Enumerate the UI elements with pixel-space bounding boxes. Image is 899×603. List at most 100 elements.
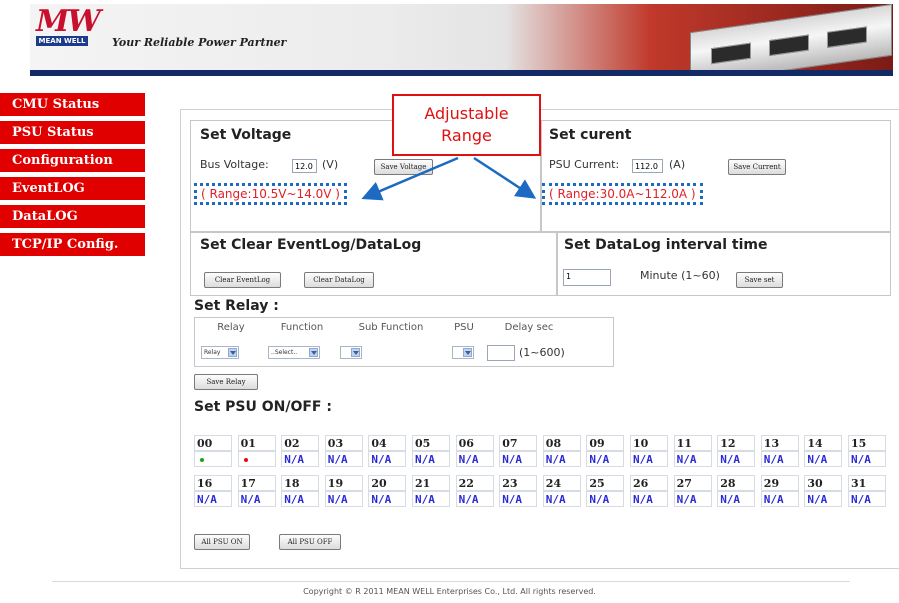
- psu-toggle-22[interactable]: N/A: [455, 491, 494, 507]
- interval-range-label: Minute (1~60): [640, 269, 720, 282]
- set-current-title: Set curent: [549, 127, 632, 143]
- current-unit: (A): [669, 158, 686, 171]
- psu-toggle-12[interactable]: N/A: [717, 451, 756, 467]
- delay-input[interactable]: [487, 345, 515, 361]
- psu-toggle-06[interactable]: N/A: [455, 451, 494, 467]
- relay-select-value: Relay: [204, 349, 221, 356]
- psu-toggle-27[interactable]: N/A: [673, 491, 712, 507]
- sidebar-item-eventlog[interactable]: EventLOG: [0, 177, 145, 200]
- psu-id-12: 12: [717, 435, 756, 451]
- set-clear-panel: Set Clear EventLog/DataLog Clear EventLo…: [190, 232, 557, 296]
- clear-datalog-button[interactable]: Clear DataLog: [304, 272, 374, 288]
- relay-header: Relay: [217, 322, 245, 333]
- psu-toggle-14[interactable]: N/A: [804, 451, 843, 467]
- psu-toggle-03[interactable]: N/A: [324, 451, 363, 467]
- psu-toggle-19[interactable]: N/A: [324, 491, 363, 507]
- psu-toggle-26[interactable]: N/A: [630, 491, 668, 507]
- psu-toggle-08[interactable]: N/A: [542, 451, 581, 467]
- clear-eventlog-button[interactable]: Clear EventLog: [204, 272, 281, 288]
- function-select[interactable]: ..Select..: [268, 346, 320, 359]
- psu-toggle-02[interactable]: N/A: [281, 451, 320, 467]
- save-relay-button[interactable]: Save Relay: [194, 374, 258, 390]
- delay-header: Delay sec: [504, 322, 554, 333]
- psu-id-14: 14: [804, 435, 843, 451]
- psu-toggle-20[interactable]: N/A: [368, 491, 407, 507]
- psu-toggle-13[interactable]: N/A: [760, 451, 799, 467]
- all-psu-on-button[interactable]: All PSU ON: [194, 534, 250, 550]
- psu-current-input[interactable]: 112.0: [632, 159, 663, 173]
- psu-id-11: 11: [673, 435, 712, 451]
- psu-id-10: 10: [630, 435, 668, 451]
- psu-toggle-10[interactable]: N/A: [630, 451, 668, 467]
- psu-id-17: 17: [237, 475, 276, 491]
- interval-input[interactable]: 1: [563, 269, 611, 286]
- psu-toggle-11[interactable]: N/A: [673, 451, 712, 467]
- psu-id-04: 04: [368, 435, 407, 451]
- psu-toggle-17[interactable]: N/A: [237, 491, 276, 507]
- psu-toggle-05[interactable]: N/A: [412, 451, 450, 467]
- sidebar-nav: CMU Status PSU Status Configuration Even…: [0, 93, 145, 261]
- save-current-button[interactable]: Save Current: [728, 159, 786, 175]
- chevron-down-icon: [463, 348, 472, 357]
- psu-toggle-07[interactable]: N/A: [499, 451, 538, 467]
- psu-toggle-24[interactable]: N/A: [542, 491, 581, 507]
- psu-toggle-16[interactable]: N/A: [194, 491, 232, 507]
- sidebar-item-cmu-status[interactable]: CMU Status: [0, 93, 145, 116]
- logo-brand: MEAN WELL: [36, 36, 88, 46]
- datalog-interval-panel: Set DataLog interval time 1 Minute (1~60…: [557, 232, 891, 296]
- datalog-interval-title: Set DataLog interval time: [564, 237, 768, 253]
- relay-select[interactable]: Relay: [201, 346, 239, 359]
- psu-status-01[interactable]: [237, 451, 276, 467]
- psu-select[interactable]: [452, 346, 474, 359]
- bus-voltage-input[interactable]: 12.0: [292, 159, 317, 173]
- psu-toggle-15[interactable]: N/A: [848, 451, 886, 467]
- tagline: Your Reliable Power Partner: [112, 36, 287, 49]
- adjustable-range-callout: Adjustable Range: [392, 94, 541, 156]
- psu-toggle-21[interactable]: N/A: [412, 491, 450, 507]
- psu-toggle-31[interactable]: N/A: [848, 491, 886, 507]
- footer-divider: [52, 581, 850, 582]
- sidebar-item-tcpip-config[interactable]: TCP/IP Config.: [0, 233, 145, 256]
- sidebar-item-psu-status[interactable]: PSU Status: [0, 121, 145, 144]
- bus-voltage-label: Bus Voltage:: [200, 158, 269, 171]
- delay-range-label: (1~600): [519, 346, 565, 359]
- psu-toggle-04[interactable]: N/A: [368, 451, 407, 467]
- callout-line-1: Adjustable: [424, 104, 509, 123]
- psu-toggle-18[interactable]: N/A: [281, 491, 320, 507]
- set-clear-title: Set Clear EventLog/DataLog: [200, 237, 422, 253]
- psu-id-30: 30: [804, 475, 843, 491]
- psu-toggle-23[interactable]: N/A: [499, 491, 538, 507]
- psu-id-23: 23: [499, 475, 538, 491]
- psu-toggle-28[interactable]: N/A: [717, 491, 756, 507]
- psu-id-00: 00: [194, 435, 232, 451]
- sidebar-item-datalog[interactable]: DataLOG: [0, 205, 145, 228]
- sidebar-item-configuration[interactable]: Configuration: [0, 149, 145, 172]
- relay-table: Relay Function Sub Function PSU Delay se…: [194, 317, 614, 367]
- psu-id-07: 07: [499, 435, 538, 451]
- psu-id-24: 24: [542, 475, 581, 491]
- set-current-panel: Set curent PSU Current: 112.0 (A) Save C…: [541, 120, 891, 232]
- header-banner: MW MEAN WELL Your Reliable Power Partner: [30, 4, 893, 76]
- psu-id-13: 13: [760, 435, 799, 451]
- psu-id-25: 25: [586, 475, 625, 491]
- all-psu-off-button[interactable]: All PSU OFF: [279, 534, 341, 550]
- configuration-frame: Set Voltage Bus Voltage: 12.0 (V) Save V…: [180, 109, 899, 569]
- psu-off-indicator-icon: [243, 458, 248, 462]
- psu-toggle-29[interactable]: N/A: [760, 491, 799, 507]
- header-stripe: [30, 70, 893, 76]
- psu-current-label: PSU Current:: [549, 158, 620, 171]
- psu-id-01: 01: [237, 435, 276, 451]
- psu-id-03: 03: [324, 435, 363, 451]
- psu-id-31: 31: [848, 475, 886, 491]
- psu-toggle-30[interactable]: N/A: [804, 491, 843, 507]
- psu-id-09: 09: [586, 435, 625, 451]
- sub-function-select[interactable]: [340, 346, 362, 359]
- psu-toggle-25[interactable]: N/A: [586, 491, 625, 507]
- chevron-down-icon: [309, 348, 318, 357]
- save-interval-button[interactable]: Save set: [736, 272, 783, 288]
- chevron-down-icon: [351, 348, 360, 357]
- psu-status-00[interactable]: [194, 451, 232, 467]
- psu-id-28: 28: [717, 475, 756, 491]
- save-voltage-button[interactable]: Save Voltage: [374, 159, 433, 175]
- psu-toggle-09[interactable]: N/A: [586, 451, 625, 467]
